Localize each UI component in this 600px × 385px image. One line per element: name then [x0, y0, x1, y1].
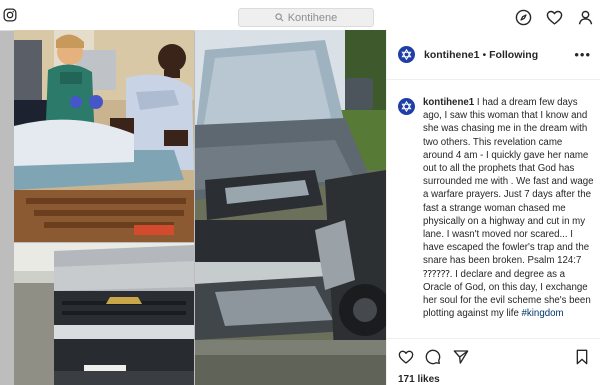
like-heart-icon[interactable] [398, 349, 414, 365]
post-caption: kontihene1 I had a dream few days ago, I… [398, 96, 594, 320]
truck-grille-photo[interactable] [14, 243, 194, 385]
header-username[interactable]: kontihene1 [424, 49, 479, 61]
search-icon [275, 13, 284, 22]
post-details-panel: kontihene1 • Following ••• kontihene1 I … [386, 30, 600, 385]
hashtag-link[interactable]: #kingdom [522, 308, 564, 319]
caption-username[interactable]: kontihene1 [423, 97, 474, 108]
caption-text: kontihene1 I had a dream few days ago, I… [423, 96, 594, 320]
avatar[interactable] [398, 46, 415, 63]
comment-icon[interactable] [425, 349, 441, 365]
compass-icon[interactable] [515, 9, 532, 26]
search-box[interactable]: Kontihene [238, 8, 374, 27]
star-of-david-icon [401, 101, 412, 112]
post-header: kontihene1 • Following ••• [387, 30, 600, 80]
top-navigation-bar: Kontihene [0, 0, 600, 31]
hospital-bed-photo[interactable] [14, 30, 194, 242]
heart-icon[interactable] [546, 9, 563, 26]
bookmark-icon[interactable] [574, 349, 590, 365]
caption-body: I had a dream few days ago, I saw this w… [423, 97, 594, 320]
profile-icon[interactable] [577, 9, 594, 26]
following-button[interactable]: Following [489, 49, 538, 61]
separator-dot: • [482, 48, 487, 61]
search-placeholder: Kontihene [287, 11, 338, 24]
crashed-truck-photo[interactable] [195, 30, 386, 385]
more-options-icon[interactable]: ••• [574, 47, 591, 62]
star-of-david-icon [401, 49, 412, 60]
instagram-logo-icon[interactable] [3, 8, 17, 22]
likes-count[interactable]: 171 likes [398, 374, 440, 385]
post-actions-bar [387, 338, 600, 369]
share-icon[interactable] [453, 349, 469, 365]
avatar[interactable] [398, 98, 415, 115]
